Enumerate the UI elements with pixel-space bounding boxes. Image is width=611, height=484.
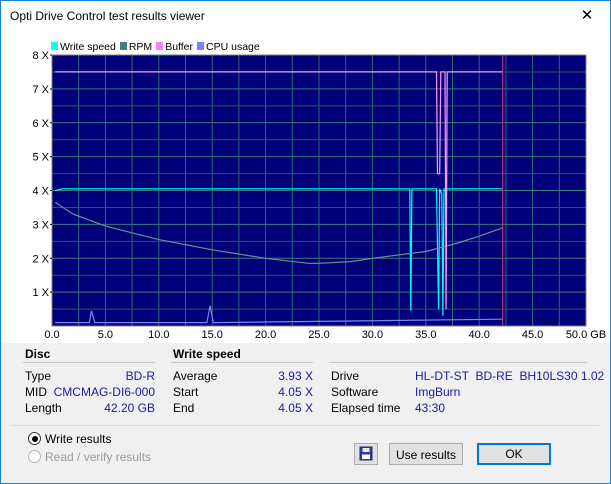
y-tick-label: 3 X: [32, 219, 49, 231]
legend-item: CPU usage: [197, 41, 260, 53]
y-tick-label: 5 X: [32, 152, 49, 164]
app-window: Opti Drive Control test results viewer ✕…: [0, 0, 611, 484]
elapsed-time-label: Elapsed time: [331, 401, 401, 415]
x-tick-label: 35.0: [415, 329, 436, 341]
read-verify-radio[interactable]: Read / verify results: [28, 450, 151, 464]
elapsed-time-value: 43:30: [415, 401, 446, 415]
disc-mid-label: MID: [25, 385, 47, 399]
legend-label: Write speed: [60, 41, 116, 53]
radio-unselected-icon: [28, 450, 41, 463]
write-speed-chart: 1 X 2 X 3 X 4 X 5 X 6 X 7 X 8 X 0.0 5.0 10.0 15.0 20…: [32, 50, 606, 341]
legend-swatch: [119, 42, 127, 50]
disc-separator: [23, 362, 155, 363]
chart-panel: 1 X 2 X 3 X 4 X 5 X 6 X 7 X 8 X 0.0 5.0 10.0 15.0 20…: [1, 31, 610, 343]
ok-button[interactable]: OK: [477, 443, 551, 465]
save-button[interactable]: [354, 443, 378, 465]
drive-label: Drive: [331, 369, 360, 383]
title-bar: Opti Drive Control test results viewer ✕: [1, 1, 610, 31]
x-tick-label: 15.0: [201, 329, 222, 341]
y-tick-label: 7 X: [32, 84, 49, 96]
x-tick-label: 40.0: [468, 329, 489, 341]
write-results-label: Write results: [45, 432, 112, 446]
x-tick-label: 20.0: [255, 329, 276, 341]
y-tick-label: 2 X: [32, 253, 49, 265]
start-label: Start: [173, 385, 199, 399]
disc-length-value: 42.20 GB: [104, 401, 155, 415]
start-value: 4.05 X: [278, 385, 313, 399]
drive-value: HL-DT-ST BD-RE BH10LS30 1.02: [415, 369, 605, 383]
x-tick-label: 5.0: [98, 329, 113, 341]
legend-swatch: [197, 42, 205, 50]
write-speed-header: Write speed: [173, 347, 241, 361]
x-tick-label: 0.0: [44, 329, 59, 341]
x-tick-label: 50.0 GB: [566, 329, 606, 341]
x-tick-label: 45.0: [522, 329, 543, 341]
legend-label: Buffer: [165, 41, 194, 53]
y-tick-label: 4 X: [32, 186, 49, 198]
close-button[interactable]: ✕: [564, 1, 610, 31]
use-results-button[interactable]: Use results: [389, 443, 463, 465]
window-title: Opti Drive Control test results viewer: [10, 9, 205, 23]
x-tick-label: 10.0: [148, 329, 169, 341]
write-results-radio[interactable]: Write results: [28, 432, 111, 446]
read-verify-label: Read / verify results: [45, 450, 152, 464]
write-speed-separator: [171, 362, 313, 363]
legend-item: Buffer: [156, 41, 193, 53]
disc-mid-value: CMCMAG-DI6-000: [53, 385, 155, 399]
y-tick-label: 8 X: [32, 50, 49, 62]
y-tick-label: 1 X: [32, 287, 49, 299]
legend-item: RPM: [119, 41, 153, 53]
legend-swatch: [156, 42, 164, 50]
end-value: 4.05 X: [278, 401, 313, 415]
x-tick-label: 30.0: [362, 329, 383, 341]
legend-swatch: [51, 42, 58, 50]
disc-type-value: BD-R: [125, 369, 155, 383]
legend-label: RPM: [128, 41, 153, 53]
software-label: Software: [331, 385, 379, 399]
drive-separator: [329, 362, 587, 363]
floppy-disk-icon: [359, 446, 373, 461]
legend-label: CPU usage: [206, 41, 260, 53]
y-tick-label: 6 X: [32, 118, 49, 130]
radio-selected-icon: [28, 432, 41, 445]
disc-header: Disc: [25, 347, 51, 361]
average-label: Average: [173, 369, 218, 383]
software-value: ImgBurn: [415, 385, 461, 399]
x-tick-label: 25.0: [308, 329, 329, 341]
end-label: End: [173, 401, 195, 415]
legend-item: Write speed: [51, 41, 116, 53]
average-value: 3.93 X: [278, 369, 313, 383]
disc-type-label: Type: [25, 369, 52, 383]
chart-legend: Write speed RPM Buffer CPU usage: [51, 41, 264, 53]
bottom-separator: [11, 425, 599, 426]
